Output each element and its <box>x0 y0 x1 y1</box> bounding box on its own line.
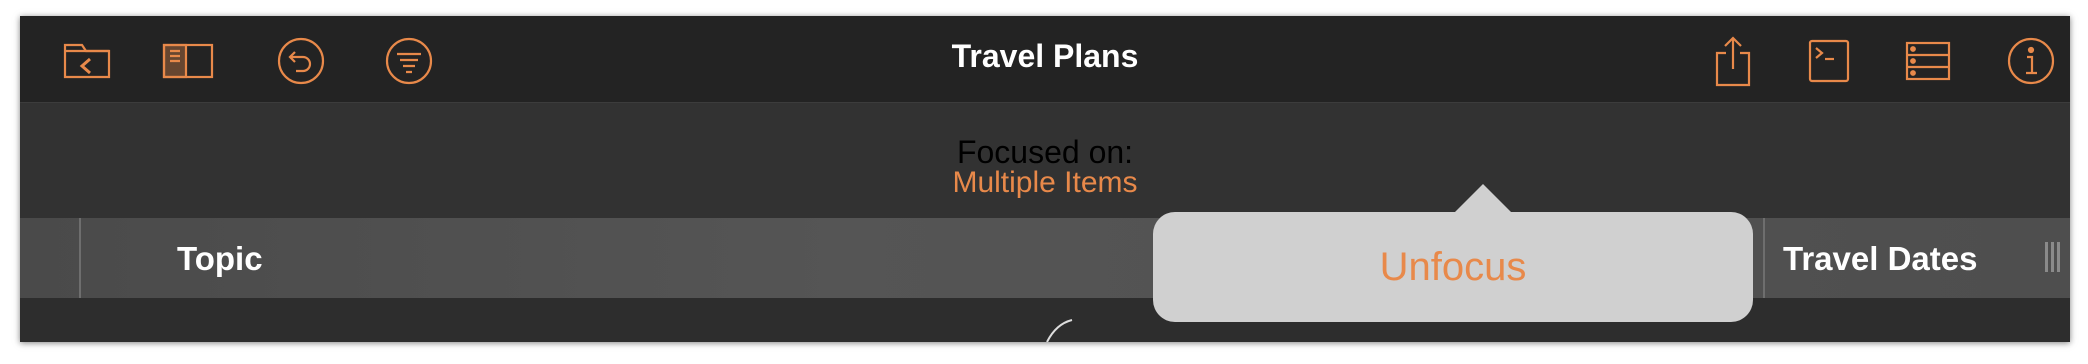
column-resize-handle[interactable] <box>2057 242 2060 272</box>
unfocus-popover: Unfocus <box>1153 212 1753 322</box>
console-icon[interactable] <box>1801 36 1857 86</box>
unfocus-button[interactable]: Unfocus <box>1153 212 1753 322</box>
focus-bar: Focused on: Multiple Items <box>20 103 2070 218</box>
outline-content <box>20 298 2070 342</box>
info-icon[interactable] <box>2003 36 2059 86</box>
column-divider <box>1763 218 1765 298</box>
column-resize-handle[interactable] <box>2045 242 2048 272</box>
column-divider <box>79 218 81 298</box>
popover-arrow <box>1453 184 1513 214</box>
toolbar: Travel Plans <box>20 16 2070 103</box>
rubber-band-line <box>1046 319 1073 342</box>
column-header-row: Topic Travel Dates <box>20 218 2070 298</box>
app-window: Travel Plans Focused on: Multiple Items … <box>20 16 2070 342</box>
column-header-topic[interactable]: Topic <box>177 240 263 278</box>
focus-value[interactable]: Multiple Items <box>20 166 2070 200</box>
document-title: Travel Plans <box>951 38 1139 74</box>
column-header-travel-dates[interactable]: Travel Dates <box>1783 240 1977 278</box>
outline-columns-icon[interactable] <box>1900 36 1956 86</box>
share-icon[interactable] <box>1705 36 1761 87</box>
column-resize-handle[interactable] <box>2051 242 2054 272</box>
